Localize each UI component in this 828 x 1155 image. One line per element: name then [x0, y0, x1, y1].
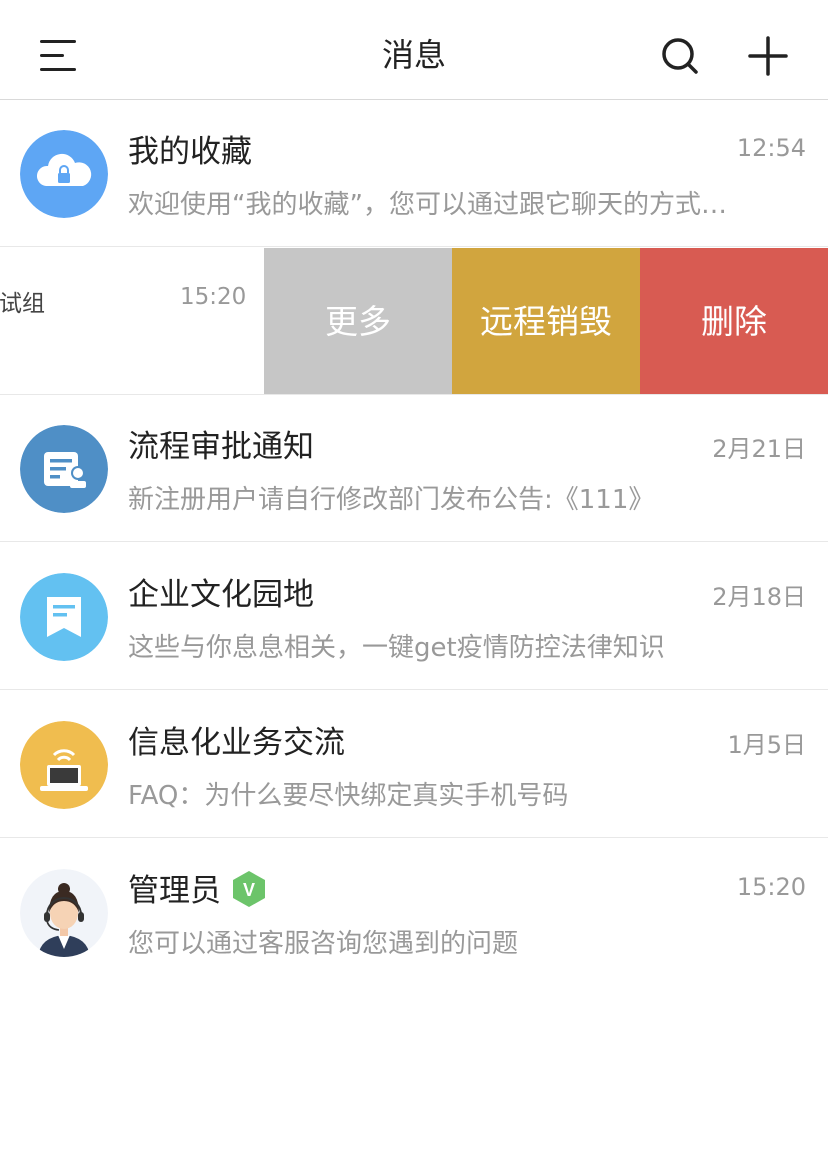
remote-wipe-button[interactable]: 远程销毁 [452, 248, 640, 394]
conversation-time: 2月21日 [712, 435, 806, 463]
conversation-item-admin[interactable]: 管理员 V 15:20 您可以通过客服咨询您遇到的问题 [0, 839, 828, 986]
conversation-preview: 新注册用户请自行修改部门发布公告:《111》 [128, 485, 655, 515]
conversation-item-swiped[interactable]: 测试组 15:20 更多 远程销毁 删除 [0, 248, 828, 395]
conversation-time: 15:20 [180, 284, 247, 310]
conversation-name: 企业文化园地 [128, 577, 314, 613]
verified-badge-icon: V [231, 870, 267, 908]
conversation-preview: FAQ：为什么要尽快绑定真实手机号码 [128, 781, 569, 811]
svg-text:V: V [243, 880, 255, 900]
conversation-name: 管理员 V [128, 865, 267, 912]
laptop-wifi-icon [20, 721, 108, 809]
cloud-lock-icon [20, 130, 108, 218]
conversation-item-it-exchange[interactable]: 信息化业务交流 1月5日 FAQ：为什么要尽快绑定真实手机号码 [0, 691, 828, 838]
conversation-name: 我的收藏 [128, 134, 252, 170]
conversation-time: 15:20 [736, 873, 806, 901]
conversation-preview: 这些与你息息相关，一键get疫情防控法律知识 [128, 633, 665, 663]
top-nav-bar: 消息 [0, 0, 828, 100]
conversation-time: 12:54 [736, 134, 806, 162]
search-icon[interactable] [660, 36, 700, 76]
more-action-button[interactable]: 更多 [264, 248, 452, 394]
approval-form-icon [20, 425, 108, 513]
conversation-preview: 欢迎使用“我的收藏”，您可以通过跟它聊天的方式… [128, 190, 727, 220]
conversation-item-favorites[interactable]: 我的收藏 12:54 欢迎使用“我的收藏”，您可以通过跟它聊天的方式… [0, 100, 828, 247]
conversation-name: 信息化业务交流 [128, 725, 345, 761]
agent-avatar-icon [20, 869, 108, 957]
bookmark-doc-icon [20, 573, 108, 661]
conversation-name: 测试组 [0, 291, 45, 317]
conversation-item-approval[interactable]: 流程审批通知 2月21日 新注册用户请自行修改部门发布公告:《111》 [0, 395, 828, 542]
plus-icon[interactable] [748, 36, 788, 76]
conversation-time: 1月5日 [727, 731, 806, 759]
delete-button[interactable]: 删除 [640, 248, 828, 394]
page-title: 消息 [381, 36, 446, 74]
conversation-name: 流程审批通知 [128, 429, 314, 465]
conversation-time: 2月18日 [712, 583, 806, 611]
conversation-preview: 您可以通过客服咨询您遇到的问题 [128, 929, 519, 959]
conversation-item-culture[interactable]: 企业文化园地 2月18日 这些与你息息相关，一键get疫情防控法律知识 [0, 543, 828, 690]
